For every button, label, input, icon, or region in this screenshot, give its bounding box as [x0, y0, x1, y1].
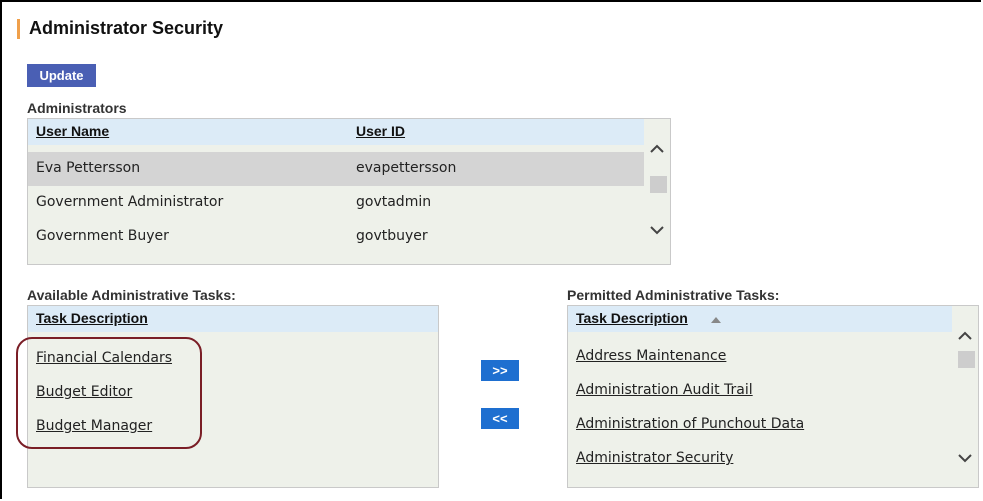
- administrators-table-header: User Name User ID: [28, 119, 646, 145]
- available-tasks-label: Available Administrative Tasks:: [27, 287, 236, 303]
- task-link[interactable]: Administration Audit Trail: [576, 382, 753, 398]
- table-row[interactable]: Eva Pettersson evapettersson: [28, 152, 646, 186]
- user-id-cell: govtbuyer: [356, 228, 428, 244]
- task-link[interactable]: Address Maintenance: [576, 348, 726, 364]
- permitted-tasks-scrollbar[interactable]: [952, 306, 978, 487]
- chevron-up-icon[interactable]: [649, 143, 665, 155]
- user-id-cell: govtadmin: [356, 194, 432, 210]
- permitted-tasks-list: Task Description Address Maintenance Adm…: [567, 305, 979, 488]
- sort-ascending-icon[interactable]: [710, 316, 722, 324]
- list-item[interactable]: Administrator Security: [568, 442, 954, 476]
- permitted-tasks-header: Task Description: [568, 306, 954, 332]
- add-task-button[interactable]: >>: [481, 360, 519, 381]
- title-accent-bar: [17, 18, 20, 39]
- page-title: Administrator Security: [17, 18, 223, 39]
- user-id-cell: evapettersson: [356, 160, 457, 176]
- user-name-cell: Government Buyer: [36, 228, 169, 244]
- administrators-table: User Name User ID Eva Pettersson evapett…: [27, 118, 671, 265]
- user-name-cell: Eva Pettersson: [36, 160, 141, 176]
- permitted-tasks-label: Permitted Administrative Tasks:: [567, 287, 780, 303]
- scrollbar-thumb[interactable]: [958, 351, 975, 368]
- column-header-user-name[interactable]: User Name: [36, 123, 109, 139]
- column-header-user-id[interactable]: User ID: [356, 123, 405, 139]
- chevron-down-icon[interactable]: [649, 224, 665, 236]
- highlight-ring: [16, 337, 202, 449]
- column-header-task-description[interactable]: Task Description: [36, 310, 148, 326]
- list-item[interactable]: Administration of Punchout Data: [568, 408, 954, 442]
- column-header-task-description[interactable]: Task Description: [576, 310, 688, 326]
- task-link[interactable]: Administration of Punchout Data: [576, 416, 804, 432]
- administrators-scrollbar[interactable]: [644, 119, 670, 264]
- table-row[interactable]: Government Buyer govtbuyer: [28, 220, 646, 254]
- chevron-up-icon[interactable]: [957, 330, 973, 342]
- chevron-down-icon[interactable]: [957, 452, 973, 464]
- task-link[interactable]: Administrator Security: [576, 450, 733, 466]
- table-row[interactable]: Government Administrator govtadmin: [28, 186, 646, 220]
- page-title-text: Administrator Security: [29, 18, 224, 38]
- scrollbar-thumb[interactable]: [650, 176, 667, 193]
- list-item[interactable]: Administration Audit Trail: [568, 374, 954, 408]
- list-item[interactable]: Address Maintenance: [568, 340, 954, 374]
- available-tasks-header: Task Description: [28, 306, 438, 332]
- user-name-cell: Government Administrator: [36, 194, 224, 210]
- update-button[interactable]: Update: [27, 64, 96, 87]
- remove-task-button[interactable]: <<: [481, 408, 519, 429]
- administrators-label: Administrators: [27, 100, 127, 116]
